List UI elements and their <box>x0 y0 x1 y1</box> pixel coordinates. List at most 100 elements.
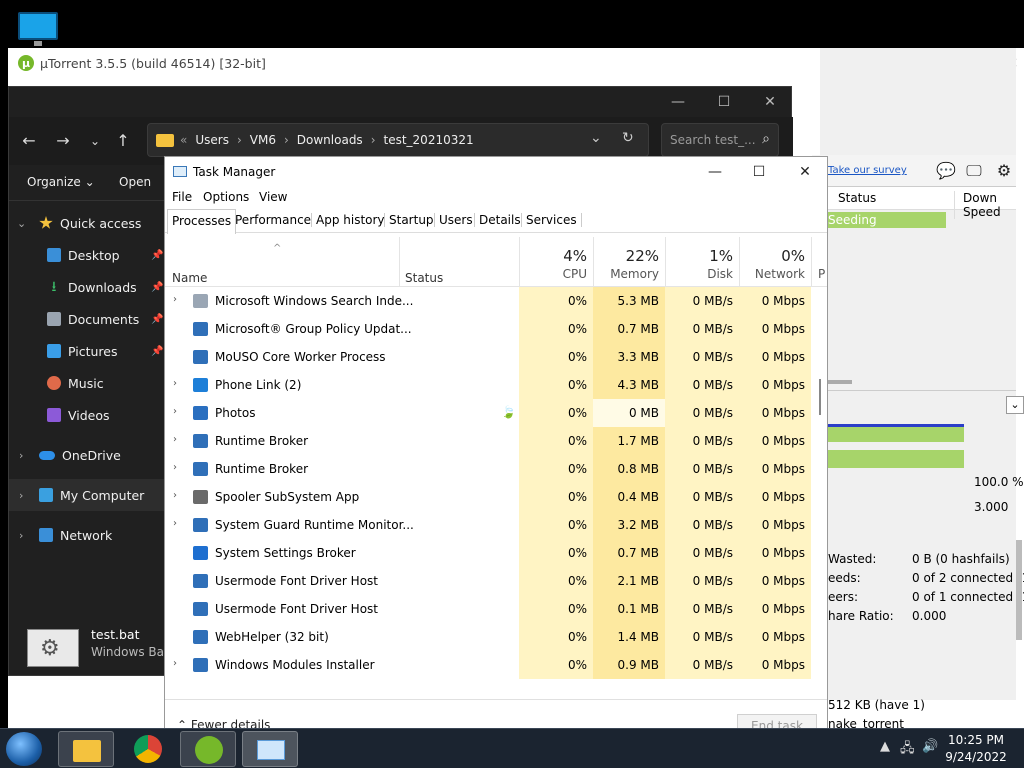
expand-chevron-icon[interactable]: › <box>19 489 23 502</box>
network-tray-icon[interactable]: 🖧 <box>900 739 915 761</box>
chat-icon[interactable]: 💬 <box>936 161 956 181</box>
table-row[interactable]: › Photos 🍃 0% 0 MB 0 MB/s 0 Mbps <box>165 399 827 427</box>
desktop-computer-icon[interactable] <box>16 10 60 48</box>
sidebar-item-onedrive[interactable]: › OneDrive <box>9 439 169 471</box>
table-row[interactable]: › Microsoft Windows Search Inde... 0% 5.3 M… <box>165 287 827 315</box>
table-row[interactable]: Microsoft® Group Policy Updat... 0% 0.7 MB… <box>165 315 827 343</box>
sidebar-item-my-computer[interactable]: › My Computer <box>9 479 169 511</box>
pin-icon[interactable]: 📌 <box>151 282 163 293</box>
table-row[interactable]: MoUSO Core Worker Process 0% 3.3 MB 0 MB/s 0… <box>165 343 827 371</box>
sidebar-item-pictures[interactable]: Pictures 📌 <box>9 335 169 367</box>
explorer-minimize-button[interactable]: — <box>667 93 689 111</box>
address-dropdown-icon[interactable]: ⌄ <box>590 130 602 146</box>
open-button[interactable]: Open <box>119 175 151 189</box>
breadcrumb-test-folder[interactable]: test_20210321 <box>384 133 474 147</box>
settings-gear-icon[interactable]: ⚙ <box>994 161 1014 181</box>
table-row[interactable]: › Runtime Broker 0% 0.8 MB 0 MB/s 0 Mbps <box>165 455 827 483</box>
name-column-header[interactable]: Name <box>172 271 207 285</box>
sidebar-item-music[interactable]: Music <box>9 367 169 399</box>
sidebar-item-desktop[interactable]: Desktop 📌 <box>9 239 169 271</box>
back-arrow-icon[interactable]: ← <box>17 129 41 153</box>
breadcrumb-vm6[interactable]: VM6 <box>250 133 276 147</box>
power-column-header-partial[interactable]: P <box>811 237 827 287</box>
table-row[interactable]: › System Guard Runtime Monitor... 0% 3.2 MB… <box>165 511 827 539</box>
tab-performance[interactable]: Performance <box>231 213 315 227</box>
volume-icon[interactable]: 🔊 <box>922 739 938 754</box>
table-row[interactable]: › Windows Modules Installer 0% 0.9 MB 0 MB/s… <box>165 651 827 679</box>
tab-users[interactable]: Users <box>434 213 477 227</box>
taskbar-file-explorer[interactable] <box>58 731 114 767</box>
pin-icon[interactable]: 📌 <box>151 250 163 261</box>
search-icon[interactable]: ⌕ <box>762 131 770 147</box>
tab-startup[interactable]: Startup <box>384 213 438 227</box>
menu-options[interactable]: Options <box>203 190 249 204</box>
expand-chevron-icon[interactable]: › <box>173 490 177 501</box>
breadcrumb-users[interactable]: Users <box>195 133 229 147</box>
expand-chevron-icon[interactable]: › <box>173 658 177 669</box>
explorer-maximize-button[interactable]: ☐ <box>713 93 735 111</box>
menu-file[interactable]: File <box>172 190 192 204</box>
sidebar-item-documents[interactable]: Documents 📌 <box>9 303 169 335</box>
taskmgr-minimize-button[interactable]: — <box>703 162 727 182</box>
torrent-status-seeding[interactable]: Seeding <box>820 212 946 228</box>
taskmgr-close-button[interactable]: ✕ <box>793 162 817 182</box>
expand-chevron-icon[interactable]: › <box>19 449 23 462</box>
forward-arrow-icon[interactable]: → <box>51 129 75 153</box>
expand-chevron-icon[interactable]: › <box>19 529 23 542</box>
collapse-chevron-icon[interactable]: ⌄ <box>1006 396 1024 414</box>
expand-chevron-icon[interactable]: › <box>173 518 177 529</box>
explorer-search-input[interactable]: Search test_... ⌕ <box>661 123 779 157</box>
refresh-icon[interactable]: ↻ <box>622 130 634 146</box>
pin-icon[interactable]: 📌 <box>151 314 163 325</box>
table-row[interactable]: Usermode Font Driver Host 0% 0.1 MB 0 MB/s 0… <box>165 595 827 623</box>
up-arrow-icon[interactable]: ↑ <box>111 129 135 153</box>
expand-chevron-icon[interactable]: › <box>173 378 177 389</box>
sidebar-item-downloads[interactable]: ⭳ Downloads 📌 <box>9 271 169 303</box>
sidebar-item-network[interactable]: › Network <box>9 519 169 551</box>
tab-services[interactable]: Services <box>521 213 582 227</box>
taskbar-task-manager[interactable] <box>242 731 298 767</box>
memory-column-header[interactable]: 22% Memory <box>593 237 665 287</box>
menu-view[interactable]: View <box>259 190 287 204</box>
table-row[interactable]: System Settings Broker 0% 0.7 MB 0 MB/s 0 Mb… <box>165 539 827 567</box>
table-row[interactable]: › Spooler SubSystem App 0% 0.4 MB 0 MB/s 0 Mb… <box>165 483 827 511</box>
recent-chevron-icon[interactable]: ⌄ <box>83 129 107 153</box>
cpu-column-header[interactable]: 4% CPU <box>519 237 593 287</box>
network-column-header[interactable]: 0% Network <box>739 237 811 287</box>
down-speed-column-header[interactable]: Down Speed <box>954 191 1016 219</box>
organize-button[interactable]: Organize ⌄ <box>27 175 95 189</box>
utorrent-scrollbar[interactable] <box>1016 540 1022 640</box>
start-button[interactable] <box>6 732 42 766</box>
table-row[interactable]: › Runtime Broker 0% 1.7 MB 0 MB/s 0 Mbps <box>165 427 827 455</box>
expand-chevron-icon[interactable]: › <box>173 462 177 473</box>
sidebar-item-videos[interactable]: Videos <box>9 399 169 431</box>
process-list-scrollbar[interactable] <box>819 379 821 415</box>
survey-link[interactable]: Take our survey <box>828 165 907 176</box>
status-column-header[interactable]: Status <box>405 271 443 285</box>
breadcrumb-downloads[interactable]: Downloads <box>297 133 363 147</box>
taskbar-clock[interactable]: 10:25 PM 9/24/2022 <box>942 732 1010 766</box>
address-bar[interactable]: « Users › VM6 › Downloads › test_2021032… <box>147 123 649 157</box>
taskmgr-maximize-button[interactable]: ☐ <box>747 162 771 182</box>
explorer-close-button[interactable]: ✕ <box>759 93 781 111</box>
remote-icon[interactable]: 🖵 <box>964 161 984 181</box>
disk-column-header[interactable]: 1% Disk <box>665 237 739 287</box>
expand-chevron-icon[interactable]: › <box>173 434 177 445</box>
taskbar-utorrent[interactable] <box>180 731 236 767</box>
status-column-header[interactable]: Status <box>838 191 876 205</box>
sidebar-item-quick-access[interactable]: ⌄ Quick access <box>9 207 169 239</box>
table-row[interactable]: WebHelper (32 bit) 0% 1.4 MB 0 MB/s 0 Mbps <box>165 623 827 651</box>
pin-icon[interactable]: 📌 <box>151 346 163 357</box>
process-cpu: 0% <box>519 427 593 455</box>
table-row[interactable]: › Phone Link (2) 0% 4.3 MB 0 MB/s 0 Mbps <box>165 371 827 399</box>
tab-processes[interactable]: Processes <box>167 209 237 234</box>
tab-app-history[interactable]: App history <box>311 213 389 227</box>
table-row[interactable]: Usermode Font Driver Host 0% 2.1 MB 0 MB/s 0… <box>165 567 827 595</box>
show-hidden-icons-icon[interactable]: ▲ <box>880 739 890 754</box>
expand-chevron-icon[interactable]: › <box>173 294 177 305</box>
process-name: System Guard Runtime Monitor... <box>215 518 414 532</box>
expand-chevron-icon[interactable]: ⌄ <box>17 217 26 230</box>
expand-chevron-icon[interactable]: › <box>173 406 177 417</box>
taskbar-chrome[interactable] <box>120 731 176 767</box>
tab-details[interactable]: Details <box>474 213 525 227</box>
